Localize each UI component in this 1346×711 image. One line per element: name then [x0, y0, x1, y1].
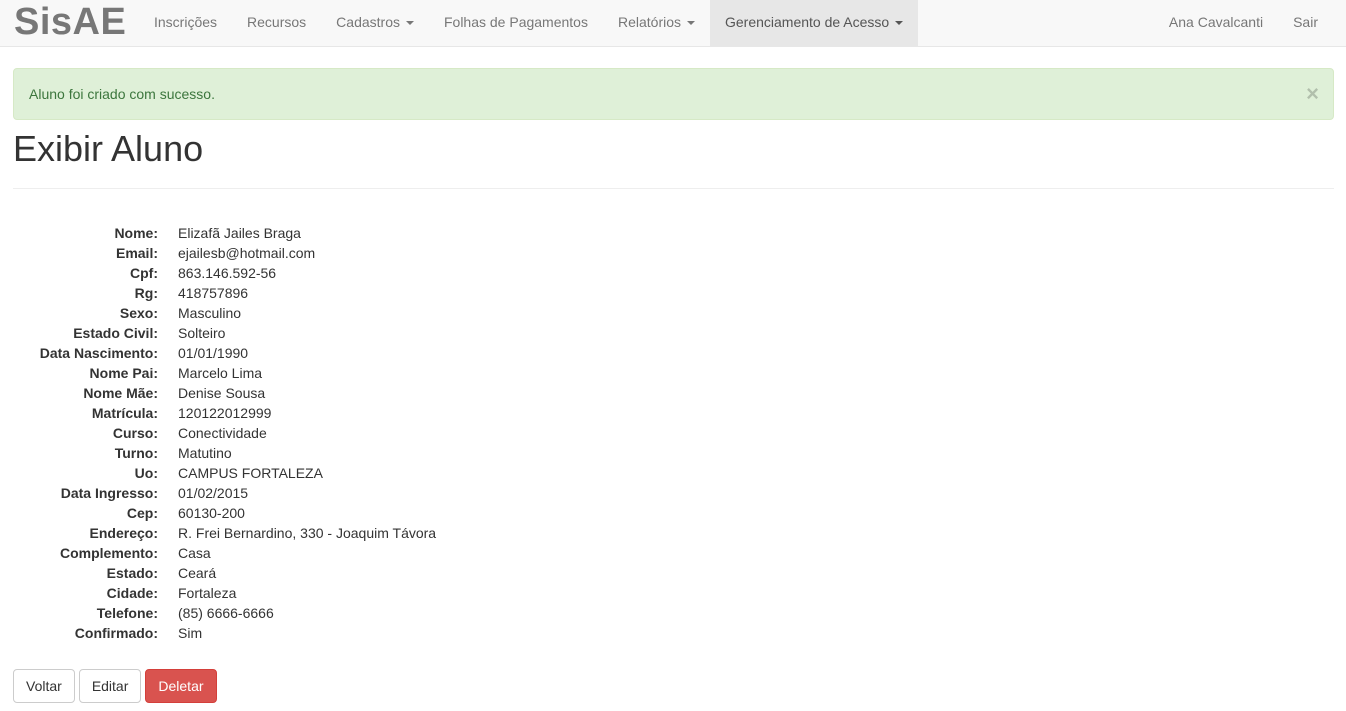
detail-row-rg: Rg: 418757896	[0, 283, 700, 303]
detail-label: Cpf:	[130, 265, 158, 281]
navbar: SisAE Inscrições Recursos Cadastros Folh…	[0, 0, 1346, 47]
nav-item-gerenciamento-de-acesso[interactable]: Gerenciamento de Acesso	[710, 0, 919, 46]
back-button[interactable]: Voltar	[13, 669, 75, 703]
nav-item-cadastros[interactable]: Cadastros	[321, 0, 429, 46]
logout-link[interactable]: Sair	[1278, 0, 1333, 46]
detail-value: Casa	[178, 545, 211, 561]
detail-label: Nome Mãe:	[83, 385, 158, 401]
detail-value: 120122012999	[178, 405, 272, 421]
detail-row-data-ingresso: Data Ingresso: 01/02/2015	[0, 483, 700, 503]
detail-label: Cidade:	[106, 585, 158, 601]
detail-row-estado-civil: Estado Civil: Solteiro	[0, 323, 700, 343]
brand-logo[interactable]: SisAE	[14, 0, 126, 46]
nav-item-relatorios[interactable]: Relatórios	[603, 0, 710, 46]
page-title: Exibir Aluno	[13, 128, 204, 169]
detail-label: Confirmado:	[74, 625, 158, 641]
detail-value: Denise Sousa	[178, 385, 266, 401]
detail-value: Matutino	[178, 445, 232, 461]
header-divider	[13, 188, 1334, 189]
nav-item-label: Recursos	[247, 14, 307, 30]
detail-label: Estado:	[106, 565, 158, 581]
detail-row-sexo: Sexo: Masculino	[0, 303, 700, 323]
detail-value: Masculino	[178, 305, 242, 321]
detail-row-endereco: Endereço: R. Frei Bernardino, 330 - Joaqu…	[0, 523, 700, 543]
caret-down-icon	[405, 21, 414, 26]
success-alert: Aluno foi criado com sucesso. ×	[13, 68, 1334, 120]
detail-row-curso: Curso: Conectividade	[0, 423, 700, 443]
detail-value: 01/02/2015	[178, 485, 249, 501]
detail-value: Elizafã Jailes Braga	[178, 225, 301, 241]
detail-label: Estado Civil:	[73, 325, 158, 341]
detail-row-uo: Uo: CAMPUS FORTALEZA	[0, 463, 700, 483]
detail-label: Data Ingresso:	[60, 485, 158, 501]
detail-row-cpf: Cpf: 863.146.592-56	[0, 263, 700, 283]
nav-item-label: Folhas de Pagamentos	[443, 14, 588, 30]
detail-value: 01/01/1990	[178, 345, 249, 361]
user-name-link[interactable]: Ana Cavalcanti	[1154, 0, 1278, 46]
action-buttons: Voltar Editar Deletar	[13, 669, 217, 703]
detail-label: Sexo:	[119, 305, 158, 321]
detail-label: Complemento:	[60, 545, 158, 561]
detail-value: Solteiro	[178, 325, 226, 341]
caret-down-icon	[895, 21, 904, 26]
alert-message: Aluno foi criado com sucesso.	[29, 86, 215, 102]
close-icon[interactable]: ×	[1306, 81, 1319, 107]
detail-row-estado: Estado: Ceará	[0, 563, 700, 583]
detail-label: Uo:	[134, 465, 158, 481]
detail-row-nome: Nome: Elizafã Jailes Braga	[0, 223, 700, 243]
detail-label: Matrícula:	[91, 405, 158, 421]
detail-label: Data Nascimento:	[39, 345, 158, 361]
detail-value: 418757896	[178, 285, 249, 301]
detail-label: Endereço:	[89, 525, 158, 541]
detail-value: Ceará	[178, 565, 217, 581]
nav-item-label: Inscrições	[154, 14, 218, 30]
detail-label: Turno:	[114, 445, 158, 461]
detail-label: Telefone:	[96, 605, 158, 621]
detail-row-data-nascimento: Data Nascimento: 01/01/1990	[0, 343, 700, 363]
detail-label: Nome Pai:	[89, 365, 158, 381]
detail-row-matricula: Matrícula: 120122012999	[0, 403, 700, 423]
detail-label: Email:	[115, 245, 158, 261]
detail-label: Rg:	[134, 285, 158, 301]
detail-row-telefone: Telefone: (85) 6666-6666	[0, 603, 700, 623]
detail-row-cidade: Cidade: Fortaleza	[0, 583, 700, 603]
caret-down-icon	[687, 21, 695, 26]
detail-row-turno: Turno: Matutino	[0, 443, 700, 463]
detail-value: 863.146.592-56	[178, 265, 277, 281]
detail-row-cep: Cep: 60130-200	[0, 503, 700, 523]
detail-value: (85) 6666-6666	[178, 605, 274, 621]
detail-row-email: Email: ejailesb@hotmail.com	[0, 243, 700, 263]
nav-item-label: Cadastros	[336, 14, 400, 30]
nav-menu: Inscrições Recursos Cadastros Folhas de …	[139, 0, 919, 46]
detail-label: Nome:	[114, 225, 158, 241]
detail-value: Conectividade	[178, 425, 267, 441]
detail-value: 60130-200	[178, 505, 245, 521]
detail-label: Cep:	[126, 505, 158, 521]
nav-user-menu: Ana Cavalcanti Sair	[1154, 0, 1333, 46]
nav-item-inscricoes[interactable]: Inscrições	[139, 0, 232, 46]
detail-row-complemento: Complemento: Casa	[0, 543, 700, 563]
student-details: Nome: Elizafã Jailes Braga Email: ejailesb…	[0, 223, 700, 643]
nav-item-folhas-de-pagamentos[interactable]: Folhas de Pagamentos	[429, 0, 603, 46]
delete-button[interactable]: Deletar	[145, 669, 217, 703]
detail-value: R. Frei Bernardino, 330 - Joaquim Távora	[178, 525, 437, 541]
detail-row-confirmado: Confirmado: Sim	[0, 623, 700, 643]
detail-value: Fortaleza	[178, 585, 237, 601]
nav-item-label: Relatórios	[617, 14, 681, 30]
detail-value: Marcelo Lima	[178, 365, 263, 381]
edit-button[interactable]: Editar	[78, 669, 142, 703]
detail-value: CAMPUS FORTALEZA	[178, 465, 323, 481]
detail-row-nome-mae: Nome Mãe: Denise Sousa	[0, 383, 700, 403]
nav-item-label: Gerenciamento de Acesso	[725, 14, 890, 30]
detail-row-nome-pai: Nome Pai: Marcelo Lima	[0, 363, 700, 383]
detail-label: Curso:	[112, 425, 158, 441]
detail-value: ejailesb@hotmail.com	[178, 245, 316, 261]
detail-value: Sim	[178, 625, 203, 641]
nav-item-recursos[interactable]: Recursos	[232, 0, 321, 46]
